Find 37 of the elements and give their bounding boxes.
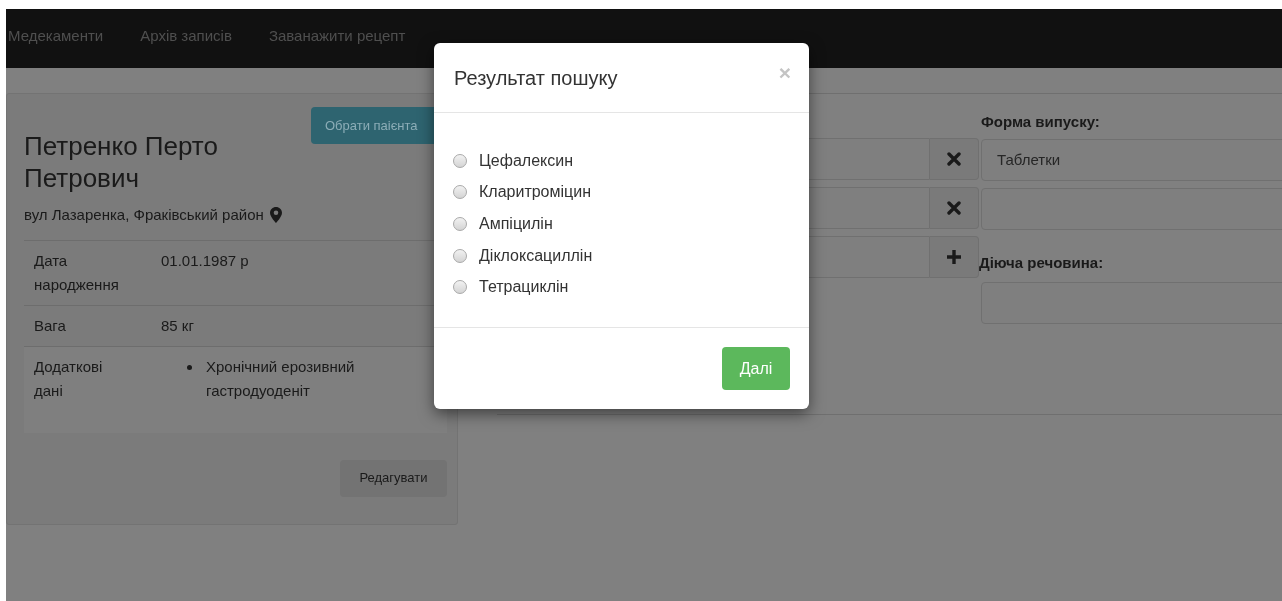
- add-button[interactable]: [930, 236, 979, 278]
- detail-value: 01.01.1987 р: [161, 250, 249, 271]
- form-label: Форма випуску:: [981, 112, 1101, 132]
- patient-name: Петренко Перто Петрович: [24, 130, 219, 194]
- form-input-field[interactable]: Таблетки: [981, 139, 1282, 181]
- detail-label: Вага: [34, 315, 67, 336]
- substance-label: Діюча речовина:: [979, 253, 1105, 273]
- radio-button[interactable]: [453, 185, 467, 200]
- map-pin-icon: [269, 207, 282, 224]
- select-patient-button[interactable]: Обрати паієнта: [311, 107, 434, 144]
- radio-button[interactable]: [453, 217, 467, 231]
- plus-icon: [946, 249, 962, 265]
- nav-link[interactable]: Медекаменти: [8, 25, 104, 48]
- radio-button[interactable]: [453, 248, 467, 263]
- detail-value: Хронічний ерозивний гастродуоденіт: [206, 356, 356, 401]
- nav-link[interactable]: Заванажити рецепт: [268, 25, 406, 48]
- patient-address: вул Лазаренка, Фраківський район: [24, 205, 264, 225]
- detail-label: Додаткові дані: [34, 356, 104, 401]
- bullet-icon: [187, 364, 192, 370]
- remove-icon: [947, 152, 961, 166]
- radio-button[interactable]: [453, 153, 467, 168]
- radio-button[interactable]: [453, 280, 467, 295]
- remove-icon: [947, 201, 961, 215]
- dialog-title: Результат пошуку: [454, 65, 618, 91]
- form-value: Таблетки: [997, 149, 1061, 170]
- option-label[interactable]: Діклоксациллін: [479, 243, 593, 268]
- option-label[interactable]: Цефалексин: [479, 148, 573, 173]
- remove-button[interactable]: [930, 138, 979, 180]
- option-label[interactable]: Кларитроміцин: [479, 180, 591, 205]
- option-label[interactable]: Тетрациклін: [479, 275, 569, 300]
- option-label[interactable]: Ампіцилін: [479, 212, 553, 236]
- nav-link[interactable]: Архів записів: [140, 25, 232, 48]
- remove-button[interactable]: [930, 187, 979, 229]
- next-button[interactable]: Далі: [722, 347, 790, 390]
- edit-button[interactable]: Редагувати: [340, 459, 447, 497]
- detail-label: Дата народження: [34, 250, 120, 295]
- detail-value: 85 кг: [161, 315, 194, 336]
